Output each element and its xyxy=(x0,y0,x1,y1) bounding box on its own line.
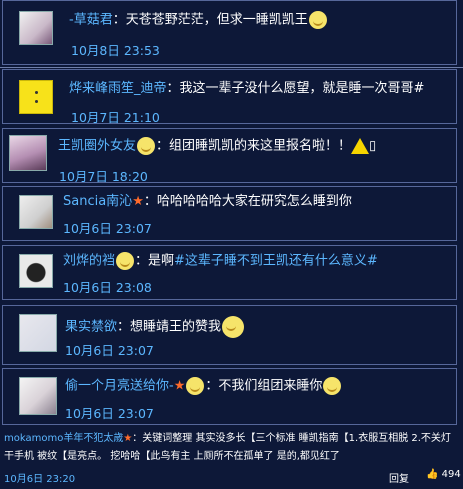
smile-emoji-icon xyxy=(308,11,327,29)
comment-text: ：不我们组团来睡你 xyxy=(205,378,323,394)
comment-line: 烨来峰雨笙_迪帝：我这一辈子没什么愿望，就是睡一次哥哥# xyxy=(69,80,424,98)
comment-card: 王凯圈外女友 ：组团睡凯凯的来这里报名啦！！ ▯ 10月7日 18:20 xyxy=(2,128,457,184)
comment-time: 10月6日 23:20 xyxy=(4,474,76,485)
avatar[interactable] xyxy=(19,377,57,415)
footer-line-1: mokamomo羊年不犯太歳★：关键词整理 其实没多长【三个标准 睡凯指南【1.… xyxy=(4,432,451,446)
comment-line: 偷一个月亮送给你-★ ：不我们组团来睡你 xyxy=(65,377,342,396)
comment-card: 烨来峰雨笙_迪帝：我这一辈子没什么愿望，就是睡一次哥哥# 10月7日 21:10 xyxy=(2,69,457,125)
commenter-name[interactable]: 偷一个月亮送给你- xyxy=(65,379,174,394)
star-badge-icon: ★ xyxy=(173,378,186,394)
comment-line: 刘烨的裆 ：是啊#这辈子睡不到王凯还有什么意义# xyxy=(63,252,378,271)
comment-card: 果实禁欲：想睡靖王的赞我 10月6日 23:07 xyxy=(2,305,457,365)
comment-text: ：是啊 xyxy=(135,253,175,269)
commenter-name[interactable]: mokamomo羊年不犯太歳 xyxy=(4,433,123,444)
comment-text: ：我这一辈子没什么愿望，就是睡一次哥哥# xyxy=(166,81,425,96)
commenter-name[interactable]: Sancia南沁 xyxy=(63,194,132,209)
divider xyxy=(0,67,463,68)
comment-time: 10月6日 23:07 xyxy=(65,343,154,358)
comment-text: ：组团睡凯凯的来这里报名啦！！ xyxy=(156,138,352,154)
comment-line: 王凯圈外女友 ：组团睡凯凯的来这里报名啦！！ ▯ xyxy=(58,137,376,156)
kiss-emoji-icon xyxy=(186,377,205,395)
hashtag-link[interactable]: #这辈子睡不到王凯还有什么意义# xyxy=(174,254,378,269)
comment-text: ：天苍苍野茫茫，但求一睡凯凯王 xyxy=(112,12,308,28)
comment-line: Sancia南沁★：哈哈哈哈哈大家在研究怎么睡到你 xyxy=(63,193,352,211)
reply-button[interactable]: 回复 xyxy=(389,470,409,485)
commenter-name[interactable]: 果实禁欲 xyxy=(65,320,117,335)
commenter-name[interactable]: 王凯圈外女友 xyxy=(58,139,136,154)
comment-time: 10月6日 23:07 xyxy=(65,406,154,421)
avatar[interactable] xyxy=(19,80,53,114)
comment-card: -草菇君：天苍苍野茫茫，但求一睡凯凯王 10月8日 23:53 xyxy=(2,0,457,65)
comment-suffix: ▯ xyxy=(369,138,377,154)
like-button[interactable]: 👍 494 xyxy=(426,469,461,480)
thumbs-up-icon: 👍 xyxy=(426,469,439,480)
like-count: 494 xyxy=(441,469,461,480)
commenter-name[interactable]: -草菇君 xyxy=(69,13,113,28)
star-badge-icon: ★ xyxy=(123,433,133,444)
footer-comment: mokamomo羊年不犯太歳★：关键词整理 其实没多长【三个标准 睡凯指南【1.… xyxy=(0,428,463,489)
comment-line: 果实禁欲：想睡靖王的赞我 xyxy=(65,316,245,338)
commenter-name[interactable]: 刘烨的裆 xyxy=(63,254,115,269)
comment-time: 10月7日 18:20 xyxy=(59,169,148,184)
kiss-emoji-icon xyxy=(137,137,156,155)
comment-card: 偷一个月亮送给你-★ ：不我们组团来睡你 10月6日 23:07 xyxy=(2,368,457,425)
comment-text: ：想睡靖王的赞我 xyxy=(117,319,222,335)
comment-line: -草菇君：天苍苍野茫茫，但求一睡凯凯王 xyxy=(69,11,328,30)
comment-card: 刘烨的裆 ：是啊#这辈子睡不到王凯还有什么意义# 10月6日 23:08 xyxy=(2,245,457,300)
kiss-emoji-icon xyxy=(116,252,135,270)
avatar[interactable] xyxy=(19,254,53,288)
comment-time: 10月7日 21:10 xyxy=(71,110,160,125)
warning-icon xyxy=(351,138,370,154)
smile-emoji-icon xyxy=(222,316,245,338)
comment-text: ：哈哈哈哈哈大家在研究怎么睡到你 xyxy=(143,194,352,209)
commenter-name[interactable]: 烨来峰雨笙_迪帝 xyxy=(69,81,167,96)
footer-line-2: 干手机 被纹【是亮点。 挖哈哈【此鸟有主 上厕所不在孤单了 是的,都见红了 xyxy=(4,451,340,462)
avatar[interactable] xyxy=(19,314,57,352)
star-badge-icon: ★ xyxy=(132,194,144,209)
comment-time: 10月6日 23:08 xyxy=(63,280,152,295)
comment-card: Sancia南沁★：哈哈哈哈哈大家在研究怎么睡到你 10月6日 23:07 xyxy=(2,186,457,241)
avatar[interactable] xyxy=(19,195,53,229)
avatar[interactable] xyxy=(9,135,47,171)
cat-emoji-icon xyxy=(323,377,342,395)
comment-time: 10月8日 23:53 xyxy=(71,43,160,58)
avatar[interactable] xyxy=(19,11,53,45)
comment-time: 10月6日 23:07 xyxy=(63,221,152,236)
comment-text: ：关键词整理 其实没多长【三个标准 睡凯指南【1.衣服互相脱 2.不关灯 xyxy=(132,433,451,444)
